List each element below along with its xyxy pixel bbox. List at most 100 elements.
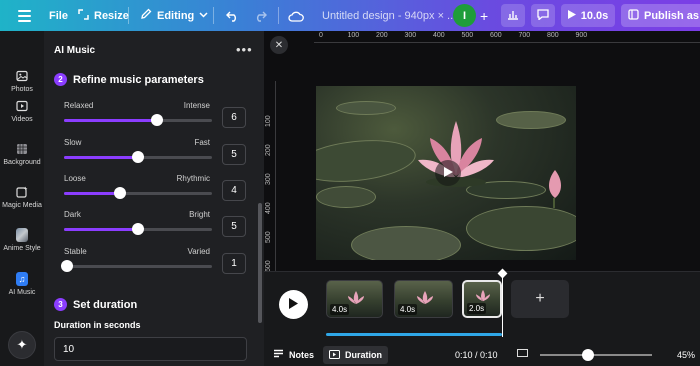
editing-label: Editing [157,9,195,22]
add-collaborator-icon[interactable]: + [480,0,488,31]
slider-thumb[interactable] [114,187,127,199]
slider-track[interactable] [64,151,212,163]
slider-min-label: Slow [64,138,82,147]
bottom-bar: Notes Duration 0:10 / 0:10 45% [264,343,700,366]
ruler-tick-label: 700 [518,32,531,39]
clip-lotus-thumbnail [348,291,364,304]
ruler-tick-label: 100 [347,32,360,39]
ruler-tick-label: 400 [265,202,272,214]
notes-icon [273,349,284,360]
video-play-overlay[interactable] [435,160,461,186]
pencil-icon [140,8,152,23]
audio-track[interactable] [326,333,502,336]
design-title[interactable]: Untitled design - 940px × ... [322,0,456,31]
pattern-icon [16,143,28,155]
slider-track[interactable] [64,187,212,199]
play-duration-label: 10.0s [580,9,609,22]
close-icon[interactable]: ✕ [270,36,288,54]
video-icon [16,100,28,112]
anime-style-icon [16,228,28,242]
rail-item-anime-style[interactable]: Anime Style [0,228,44,252]
slider-fill [64,156,138,159]
slider-thumb[interactable] [61,260,73,272]
ruler-tick-label: 600 [490,32,502,39]
timeline-clip[interactable]: 4.0s [326,280,383,318]
cloud-save-icon[interactable] [288,0,304,31]
comment-icon [537,8,549,23]
left-rail: Photos Videos Background Magic Media Ani… [0,31,44,366]
avatar-initial: I [462,9,467,22]
ruler-tick-label: 100 [265,115,272,127]
slider-value-box[interactable]: 1 [222,253,246,274]
more-options-icon[interactable]: ••• [236,42,253,57]
file-menu[interactable]: File [49,0,68,31]
resize-icon [78,8,89,23]
rail-label: Photos [11,86,33,93]
zoom-slider[interactable] [540,354,652,356]
ruler-tick-label: 300 [265,173,272,185]
slider-max-label: Intense [183,101,210,110]
step-label: Refine music parameters [73,73,204,86]
rail-item-magic-media[interactable]: Magic Media [0,186,44,209]
undo-icon[interactable] [226,0,239,31]
slider-thumb[interactable] [132,223,144,235]
rail-item-ai-music[interactable]: ♫ AI Music [0,272,44,296]
resize-button[interactable]: Resize [78,0,129,31]
step-number: 3 [54,298,67,311]
play-icon [443,164,453,182]
magic-sparkle-button[interactable]: ✦ [8,331,36,359]
slider-min-label: Loose [64,174,86,183]
slider-track[interactable] [64,114,212,126]
sparkle-icon: ✦ [16,337,28,352]
slider-labels: Slow Fast [64,138,210,147]
slider-min-label: Relaxed [64,101,94,110]
publish-button[interactable]: Publish as Br [621,4,700,27]
clip-duration: 4.0s [330,304,350,315]
notes-label: Notes [289,349,315,360]
timeline-clip[interactable]: 4.0s [394,280,453,318]
panel-scrollbar[interactable] [258,203,262,323]
ruler-tick-label: 800 [547,32,559,39]
clip-duration: 4.0s [398,304,418,315]
design-canvas-image[interactable] [316,86,576,260]
screen-size-icon[interactable] [517,349,528,357]
redo-icon[interactable] [254,0,267,31]
slider-value-box[interactable]: 6 [222,107,246,128]
slider-track[interactable] [64,223,212,235]
slider-thumb[interactable] [132,151,144,163]
ruler-tick-label: 500 [265,231,272,243]
duration-button[interactable]: Duration [323,346,388,364]
playhead[interactable] [502,272,503,337]
slider-value: 1 [231,258,237,269]
timeline-play-button[interactable] [279,290,308,319]
rail-label: AI Music [8,289,36,296]
step-refine-heading: 2 Refine music parameters [54,73,204,86]
add-clip-button[interactable]: + [511,280,569,318]
comments-button[interactable] [531,4,555,27]
timeline-clip-selected[interactable]: 2.0s [462,280,502,318]
editing-mode-dropdown[interactable]: Editing [140,0,208,31]
zoom-slider-thumb[interactable] [582,349,594,361]
play-preview-button[interactable]: 10.0s [561,4,615,27]
slider-labels: Loose Rhythmic [64,174,210,183]
notes-button[interactable]: Notes [273,343,314,366]
duration-input[interactable]: 10 [54,337,247,361]
slider-max-label: Fast [194,138,210,147]
ruler-tick-label: 900 [575,32,588,39]
menu-icon[interactable] [18,0,32,31]
playhead-handle[interactable] [497,268,508,279]
zoom-level[interactable]: 45% [677,343,695,366]
slider-track[interactable] [61,260,212,272]
slider-value-box[interactable]: 5 [222,216,246,237]
slider-value-box[interactable]: 4 [222,180,246,201]
rail-item-photos[interactable]: Photos [0,70,44,93]
insights-button[interactable] [501,4,525,27]
rail-item-videos[interactable]: Videos [0,100,44,123]
slider-fill [64,192,121,195]
ruler-top: 0 100 200 300 400 500 600 700 800 900 [314,31,700,43]
slider-value-box[interactable]: 5 [222,144,246,165]
rail-item-background[interactable]: Background [0,143,44,166]
avatar[interactable]: I [453,4,476,27]
slider-thumb[interactable] [151,114,164,126]
slider-min-label: Dark [64,210,81,219]
